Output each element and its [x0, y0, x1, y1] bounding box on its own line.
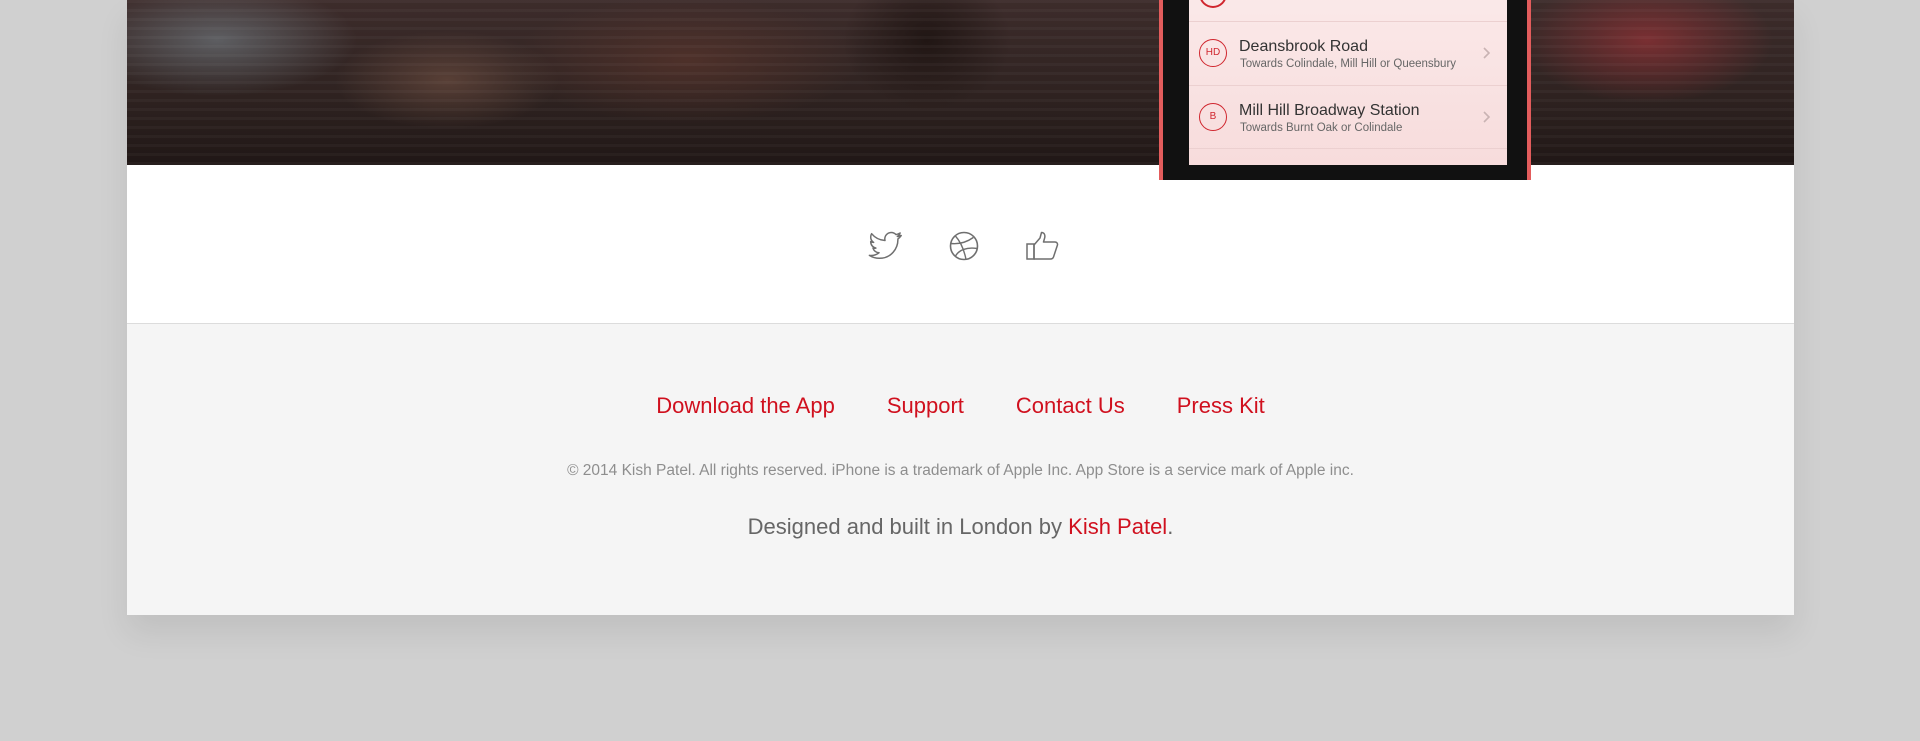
- hero-image: HD Deansbrook Road Towards Colindale, Mi…: [127, 0, 1794, 180]
- phone-mockup: HD Deansbrook Road Towards Colindale, Mi…: [1159, 0, 1531, 180]
- stop-row: HD Deansbrook Road Towards Colindale, Mi…: [1189, 21, 1507, 85]
- phone-screen: HD Deansbrook Road Towards Colindale, Mi…: [1189, 0, 1507, 165]
- dribbble-icon[interactable]: [945, 229, 983, 263]
- footer: Download the App Support Contact Us Pres…: [127, 324, 1794, 615]
- support-link[interactable]: Support: [887, 393, 964, 419]
- stop-direction: Towards Colindale, Mill Hill or Queensbu…: [1240, 58, 1457, 70]
- social-bar: [127, 165, 1794, 324]
- credit-prefix: Designed and built in London by: [747, 514, 1063, 539]
- credit-suffix: .: [1167, 514, 1174, 539]
- author-link[interactable]: Kish Patel: [1068, 514, 1167, 539]
- stop-direction: Towards Burnt Oak or Colindale: [1240, 122, 1403, 134]
- stop-badge: B: [1199, 103, 1227, 131]
- copyright-notice: © 2014 Kish Patel. All rights reserved. …: [567, 462, 1354, 479]
- contact-us-link[interactable]: Contact Us: [1016, 393, 1125, 419]
- stop-badge: HD: [1199, 39, 1227, 67]
- stop-name: Mill Hill Broadway Station: [1239, 102, 1420, 119]
- stop-row: B Mill Hill Broadway Station Towards Bur…: [1189, 85, 1507, 149]
- page-card: HD Deansbrook Road Towards Colindale, Mi…: [127, 0, 1794, 615]
- chevron-right-icon: [1483, 111, 1491, 123]
- download-app-link[interactable]: Download the App: [656, 393, 835, 419]
- press-kit-link[interactable]: Press Kit: [1177, 393, 1265, 419]
- footer-nav: Download the App Support Contact Us Pres…: [127, 393, 1794, 419]
- stop-name: Deansbrook Road: [1239, 38, 1368, 55]
- partial-stop-badge: [1199, 0, 1227, 8]
- chevron-right-icon: [1483, 47, 1491, 59]
- thumbs-up-icon[interactable]: [1024, 229, 1062, 263]
- credit-line: Designed and built in London by Kish Pat…: [127, 513, 1794, 541]
- twitter-icon[interactable]: [867, 229, 905, 263]
